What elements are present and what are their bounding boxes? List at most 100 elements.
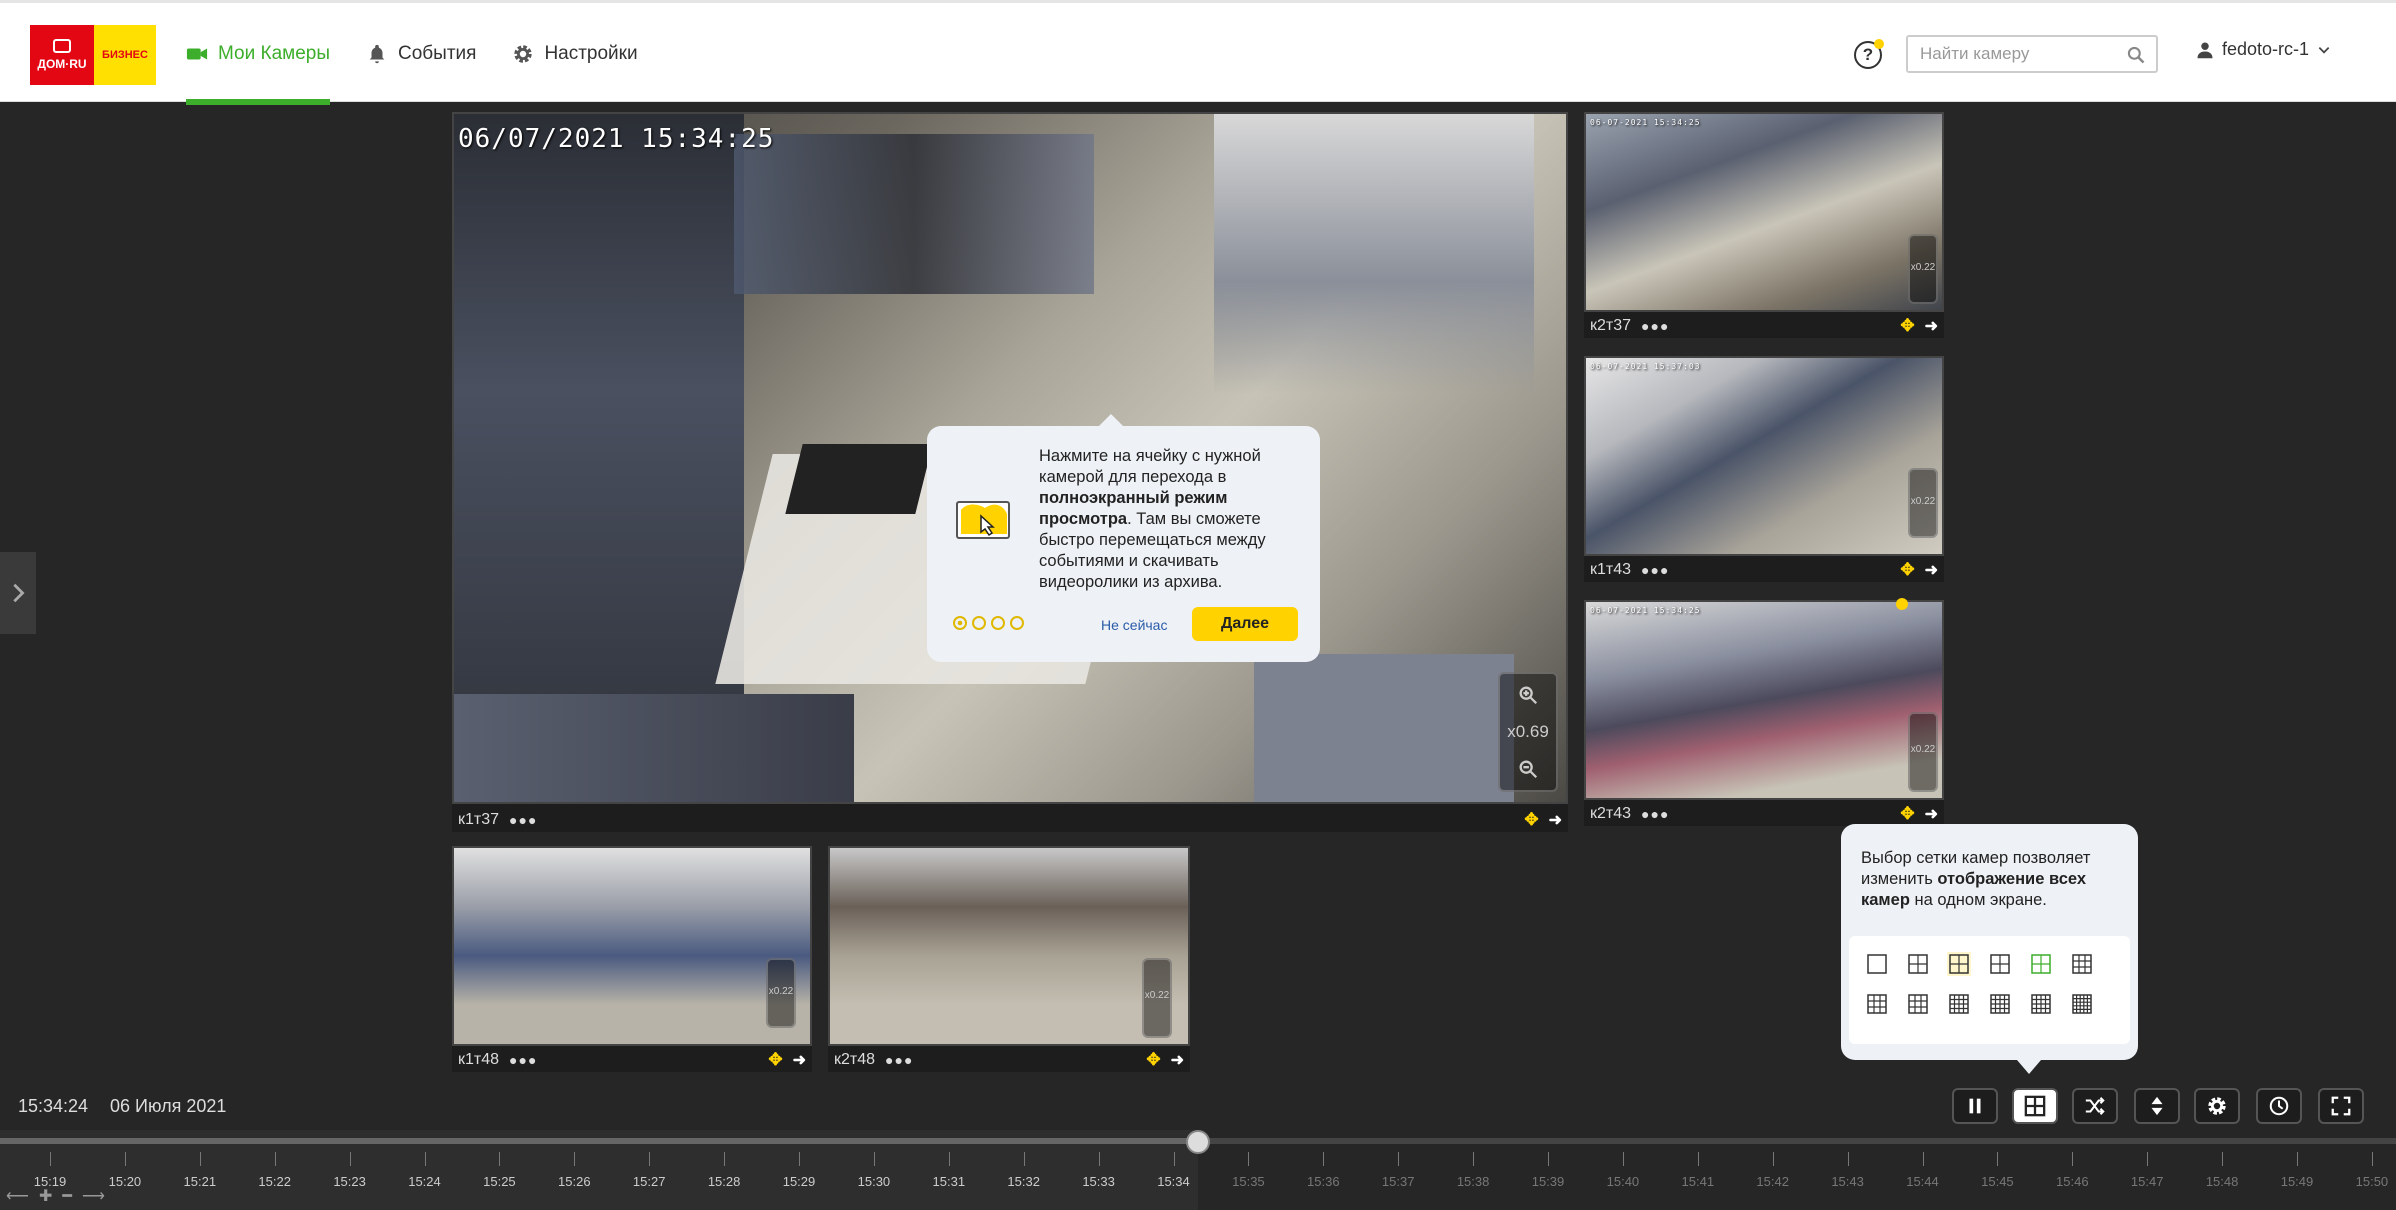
shuffle-button[interactable] <box>2072 1088 2118 1124</box>
timeline-zoom-controls: ⟵ ✚ ━ ⟶ <box>6 1186 105 1206</box>
timeline-tick-line <box>1098 1152 1100 1166</box>
timeline-tick-line <box>1922 1152 1924 1166</box>
more-options-icon[interactable]: ●●● <box>509 812 537 828</box>
timeline-tick-line <box>1023 1152 1025 1166</box>
zoom-out-icon[interactable] <box>1517 758 1539 780</box>
open-camera-icon[interactable]: ➜ <box>1925 316 1938 336</box>
zoom-in-icon[interactable] <box>1517 684 1539 706</box>
camera-feed[interactable]: 06-07-2021 15:37:03 x0.22 <box>1584 356 1944 556</box>
onboarding-tooltip-fullscreen: Нажмите на ячейку с нужной камерой для п… <box>927 414 1320 662</box>
timeline-tick-label: 15:31 <box>932 1174 966 1189</box>
open-camera-icon[interactable]: ➜ <box>1925 804 1938 824</box>
search-input[interactable] <box>1908 37 2118 71</box>
timeline-tick-line <box>424 1152 426 1166</box>
layout-option-icon[interactable] <box>1906 952 1930 976</box>
camera-tile-k1t43[interactable]: 06-07-2021 15:37:03 x0.22 к1т43 ●●● ✥ ➜ <box>1584 356 1944 582</box>
camera-feed[interactable]: 06-07-2021 15:34:25 x0.22 <box>1584 600 1944 800</box>
camera-feed[interactable]: x0.22 <box>828 846 1190 1046</box>
layout-option-icon[interactable] <box>2029 992 2053 1016</box>
ptz-control-icon[interactable]: ✥ <box>1900 316 1914 336</box>
ptz-control-icon[interactable]: ✥ <box>768 1050 782 1070</box>
fullscreen-button[interactable] <box>2318 1088 2364 1124</box>
brand-logo[interactable]: ДОМ·RU БИЗНЕС <box>30 25 156 85</box>
nav-events[interactable]: События <box>366 3 476 105</box>
grid-layout-button[interactable] <box>2012 1088 2058 1124</box>
layout-option-icon[interactable] <box>1947 952 1971 976</box>
layout-option-icon[interactable] <box>1988 952 2012 976</box>
user-menu[interactable]: fedoto-rc-1 <box>2196 39 2331 60</box>
pause-button[interactable] <box>1952 1088 1998 1124</box>
more-options-icon[interactable]: ●●● <box>1641 806 1669 822</box>
search-icon[interactable] <box>2126 45 2146 65</box>
archive-timeline[interactable]: ⟵ ✚ ━ ⟶ 15:19 15:20 15:21 15:22 15:23 15:24 15… <box>0 1130 2396 1210</box>
layout-option-icon[interactable] <box>1865 952 1889 976</box>
more-options-icon[interactable]: ●●● <box>509 1052 537 1068</box>
top-bar: ДОМ·RU БИЗНЕС Мои Камеры События Настрой… <box>0 0 2396 105</box>
grid-icon <box>2024 1095 2046 1117</box>
open-camera-icon[interactable]: ➜ <box>1925 560 1938 580</box>
camera-tile-k2t48[interactable]: x0.22 к2т48 ●●● ✥ ➜ <box>828 846 1190 1072</box>
timeline-tick-line <box>1323 1152 1325 1166</box>
camera-tile-k2t43[interactable]: 06-07-2021 15:34:25 x0.22 к2т43 ●●● ✥ ➜ <box>1584 598 1944 826</box>
next-button[interactable]: Далее <box>1192 607 1298 641</box>
timeline-tick-label: 15:46 <box>2056 1174 2089 1189</box>
timeline-tick-line <box>1997 1152 1999 1166</box>
archive-time-button[interactable] <box>2256 1088 2302 1124</box>
layout-option-icon[interactable] <box>2029 952 2053 976</box>
layout-option-icon[interactable] <box>2070 992 2094 1016</box>
timeline-tick-label: 15:41 <box>1681 1174 1715 1189</box>
camera-name: к1т37 <box>458 811 500 828</box>
camera-footer: к2т43 ●●● ✥ ➜ <box>1584 802 1944 826</box>
more-options-icon[interactable]: ●●● <box>1641 318 1669 334</box>
nav-my-cameras[interactable]: Мои Камеры <box>186 3 330 105</box>
tooltip-text: Выбор сетки камер позволяет изменить ото… <box>1861 849 2091 909</box>
timeline-tick-label: 15:25 <box>483 1174 516 1189</box>
shuffle-icon <box>2085 1097 2105 1115</box>
camera-feed[interactable]: 06-07-2021 15:34:25 x0.22 <box>1584 112 1944 312</box>
not-now-button[interactable]: Не сейчас <box>1101 617 1167 633</box>
layout-option-icon[interactable] <box>2070 952 2094 976</box>
ptz-control-icon[interactable]: ✥ <box>1900 804 1914 824</box>
timeline-tick-label: 15:40 <box>1606 1174 1640 1189</box>
clock-icon <box>2269 1096 2289 1116</box>
timeline-tick-label: 15:33 <box>1082 1174 1115 1189</box>
layout-option-icon[interactable] <box>1865 992 1889 1016</box>
scroll-left-icon[interactable]: ⟵ <box>6 1186 29 1206</box>
camera-feed[interactable]: x0.22 <box>452 846 812 1046</box>
camera-timestamp: 06/07/2021 15:34:25 <box>458 124 775 154</box>
tooltip-text: Нажмите на ячейку с нужной камерой для п… <box>1039 447 1266 591</box>
timeline-scrubber[interactable] <box>1186 1130 1210 1154</box>
open-camera-icon[interactable]: ➜ <box>1171 1050 1184 1070</box>
timeline-tick-line <box>1248 1152 1250 1166</box>
timeline-tick-label: 15:37 <box>1381 1174 1415 1189</box>
settings-button[interactable] <box>2194 1088 2240 1124</box>
ptz-control-icon[interactable]: ✥ <box>1900 560 1914 580</box>
camera-timestamp: 06-07-2021 15:37:03 <box>1590 362 1701 371</box>
sort-button[interactable] <box>2134 1088 2180 1124</box>
ptz-control-icon[interactable]: ✥ <box>1146 1050 1160 1070</box>
zoom-out-icon[interactable]: ━ <box>62 1186 72 1206</box>
zoom-in-icon[interactable]: ✚ <box>39 1186 52 1206</box>
timeline-tick-label: 15:35 <box>1232 1174 1265 1189</box>
camera-name: к2т37 <box>1590 317 1632 334</box>
timeline-tick-label: 15:39 <box>1531 1174 1565 1189</box>
open-camera-icon[interactable]: ➜ <box>1549 810 1562 830</box>
help-button[interactable]: ? <box>1854 39 1884 69</box>
notification-dot <box>1896 598 1908 610</box>
nav-settings[interactable]: Настройки <box>512 3 638 105</box>
camera-footer: к2т37 ●●● ✥ ➜ <box>1584 314 1944 338</box>
sort-icon <box>2151 1096 2163 1116</box>
camera-tile-k2t37[interactable]: 06-07-2021 15:34:25 x0.22 к2т37 ●●● ✥ ➜ <box>1584 112 1944 338</box>
ptz-control-icon[interactable]: ✥ <box>1524 810 1538 830</box>
scroll-right-icon[interactable]: ⟶ <box>82 1186 105 1206</box>
camera-tile-k1t48[interactable]: x0.22 к1т48 ●●● ✥ ➜ <box>452 846 812 1072</box>
layout-option-icon[interactable] <box>1906 992 1930 1016</box>
timeline-tick-label: 15:30 <box>857 1174 891 1189</box>
camera-name: к2т48 <box>834 1051 876 1068</box>
layout-option-icon[interactable] <box>1947 992 1971 1016</box>
open-camera-icon[interactable]: ➜ <box>793 1050 806 1070</box>
sidebar-toggle[interactable] <box>0 552 36 634</box>
layout-option-icon[interactable] <box>1988 992 2012 1016</box>
more-options-icon[interactable]: ●●● <box>885 1052 913 1068</box>
more-options-icon[interactable]: ●●● <box>1641 562 1669 578</box>
